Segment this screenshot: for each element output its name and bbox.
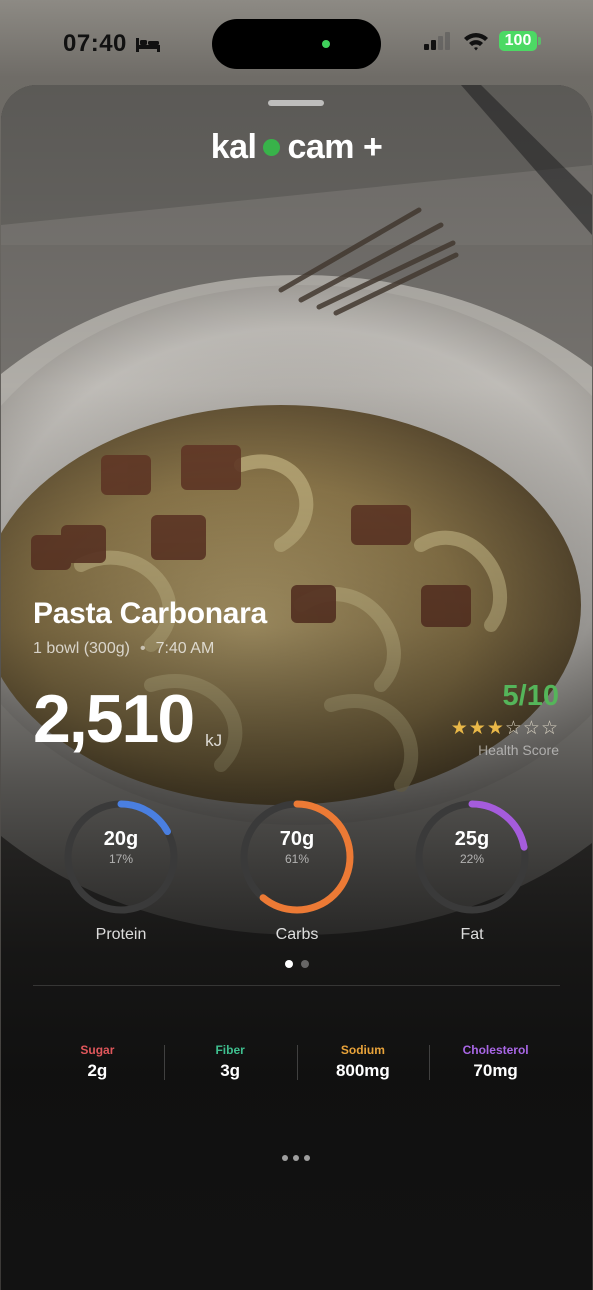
status-bar: 07:40 100	[0, 0, 593, 86]
protein-percent: 17%	[108, 852, 134, 866]
star-empty-icon: ☆	[522, 718, 541, 739]
star-empty-icon: ☆	[504, 718, 523, 739]
star-filled-icon: ★	[468, 718, 487, 739]
sodium-label: Sodium	[340, 1043, 385, 1057]
ellipsis-dot	[293, 1155, 299, 1161]
macro-ring-carbs[interactable]: 70g 61% Carbs	[238, 798, 356, 944]
health-score[interactable]: 5/10 ★★★☆☆☆ Health Score	[451, 680, 559, 759]
carbs-label: Carbs	[275, 926, 319, 943]
sheet-grabber-handle[interactable]	[268, 100, 324, 106]
section-divider	[33, 985, 560, 986]
fiber-label: Fiber	[215, 1043, 245, 1057]
battery-indicator: 100	[499, 31, 541, 51]
ellipsis-icon[interactable]	[271, 1148, 321, 1168]
nutrient-fiber: Fiber 3g	[163, 1043, 297, 1083]
energy-total: 2,510 kJ	[33, 685, 222, 753]
battery-level: 100	[504, 32, 532, 49]
sugar-value: 2g	[87, 1061, 108, 1080]
nutrient-sodium: Sodium 800mg	[296, 1043, 430, 1083]
ellipsis-dot	[282, 1155, 288, 1161]
page-dot-1[interactable]	[284, 960, 293, 968]
cholesterol-label: Cholesterol	[462, 1043, 529, 1057]
health-score-value: 5/10	[502, 680, 559, 712]
health-score-label: Health Score	[478, 742, 559, 758]
nutrient-sugar: Sugar 2g	[31, 1043, 164, 1083]
star-filled-icon: ★	[486, 718, 505, 739]
sodium-value: 800mg	[335, 1061, 390, 1080]
logo-dot	[263, 139, 281, 156]
fat-grams: 25g	[454, 828, 490, 850]
app-screen: 07:40 100 kal cam + Pasta Carbonara 1 bo…	[0, 0, 593, 1290]
fat-ring-text: 25g 22%	[413, 828, 531, 866]
protein-grams: 20g	[103, 828, 139, 850]
macro-rings: 20g 17% Protein 70g 61% Carbs 25g 22% Fa…	[1, 798, 592, 948]
cellular-signal-icon	[424, 32, 450, 50]
carbs-ring-text: 70g 61%	[238, 828, 356, 866]
carbs-percent: 61%	[284, 852, 310, 866]
meta-separator: •	[139, 640, 146, 657]
meal-title: Pasta Carbonara	[33, 597, 267, 630]
ellipsis-dot	[304, 1155, 310, 1161]
camera-indicator-dot	[322, 40, 330, 48]
star-filled-icon: ★	[450, 718, 469, 739]
carbs-grams: 70g	[279, 828, 315, 850]
fat-percent: 22%	[459, 852, 485, 866]
status-indicators: 100	[423, 31, 541, 51]
meal-meta: 1 bowl (300g) • 7:40 AM	[33, 640, 214, 658]
fiber-value: 3g	[220, 1061, 241, 1080]
meal-portion: 1 bowl (300g)	[33, 640, 130, 657]
sugar-label: Sugar	[80, 1043, 115, 1057]
status-time-group: 07:40	[63, 30, 161, 58]
logo-text-left: kal	[210, 128, 257, 166]
status-time: 07:40	[63, 30, 127, 57]
page-dot-2[interactable]	[300, 960, 309, 968]
star-empty-icon: ☆	[540, 718, 559, 739]
logo-text-right: cam +	[287, 128, 383, 166]
nutrient-summary: Sugar 2g Fiber 3g Sodium 800mg Cholester…	[31, 1043, 562, 1083]
macro-ring-protein[interactable]: 20g 17% Protein	[62, 798, 180, 944]
dynamic-island	[212, 19, 381, 69]
protein-ring-text: 20g 17%	[62, 828, 180, 866]
energy-value: 2,510	[33, 681, 195, 757]
energy-unit: kJ	[205, 731, 223, 750]
macro-ring-fat[interactable]: 25g 22% Fat	[413, 798, 531, 944]
fat-label: Fat	[460, 926, 484, 943]
app-logo: kal cam +	[1, 128, 592, 167]
page-indicator[interactable]	[1, 960, 592, 968]
meal-detail-sheet[interactable]: kal cam + Pasta Carbonara 1 bowl (300g) …	[1, 85, 592, 1290]
wifi-icon	[464, 33, 488, 51]
sleep-bed-icon	[135, 38, 160, 52]
protein-label: Protein	[95, 926, 147, 943]
health-star-rating: ★★★☆☆☆	[451, 717, 559, 740]
meal-time: 7:40 AM	[155, 640, 215, 657]
cholesterol-value: 70mg	[473, 1061, 518, 1080]
nutrient-cholesterol: Cholesterol 70mg	[429, 1043, 562, 1083]
